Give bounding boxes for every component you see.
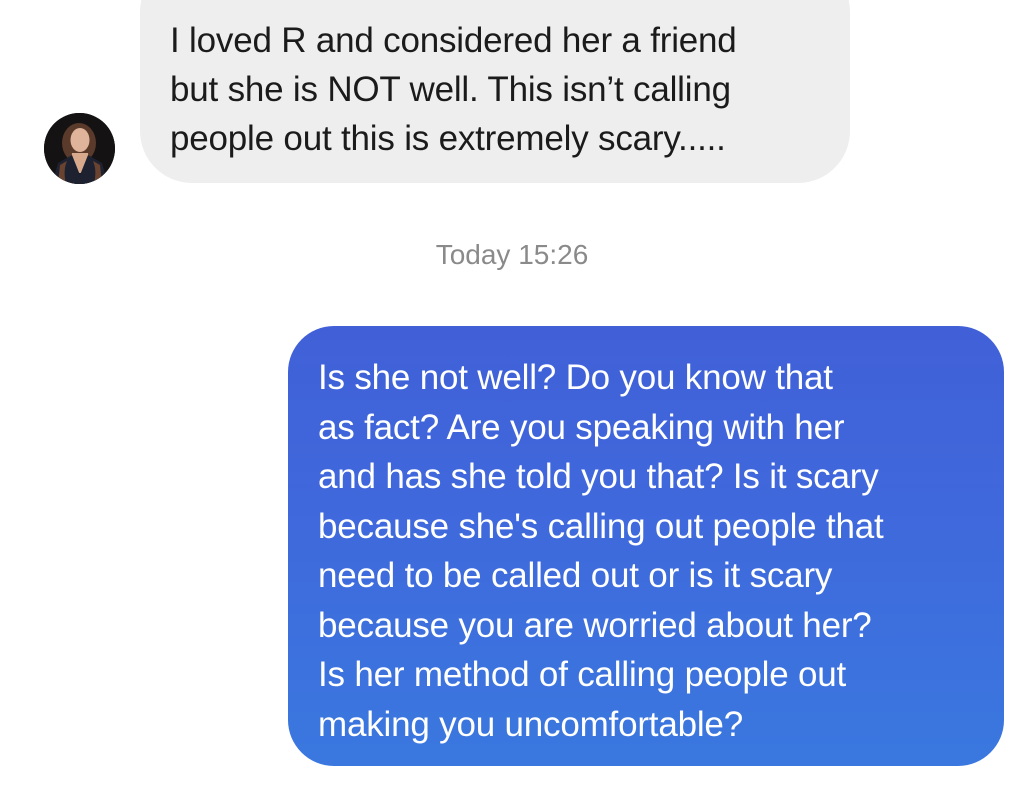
incoming-message-line: but she is NOT well. This isn’t calling <box>170 70 731 109</box>
incoming-message-row: I loved R and considered her a friend bu… <box>0 0 1024 200</box>
avatar-photo-icon <box>44 113 115 184</box>
outgoing-message-line: need to be called out or is it scary <box>318 556 833 595</box>
sender-avatar[interactable] <box>44 113 115 184</box>
incoming-message-bubble[interactable]: I loved R and considered her a friend bu… <box>140 0 850 183</box>
incoming-message-line: people out this is extremely scary..... <box>170 119 726 158</box>
outgoing-message-bubble[interactable]: Is she not well? Do you know that as fac… <box>288 326 1004 766</box>
outgoing-message-line: and has she told you that? Is it scary <box>318 457 879 496</box>
outgoing-message-line: Is she not well? Do you know that <box>318 358 833 397</box>
message-timestamp: Today 15:26 <box>435 239 589 270</box>
outgoing-message-line: making you uncomfortable? <box>318 704 743 744</box>
outgoing-message-line: as fact? Are you speaking with her <box>318 407 845 447</box>
outgoing-message-line: Is her method of calling people out <box>318 655 847 694</box>
outgoing-message-line: because she's calling out people that <box>318 506 884 546</box>
message-thread: I loved R and considered her a friend bu… <box>0 0 1024 786</box>
incoming-message-line: I loved R and considered her a friend <box>170 21 737 60</box>
outgoing-message-line: because you are worried about her? <box>318 605 872 645</box>
